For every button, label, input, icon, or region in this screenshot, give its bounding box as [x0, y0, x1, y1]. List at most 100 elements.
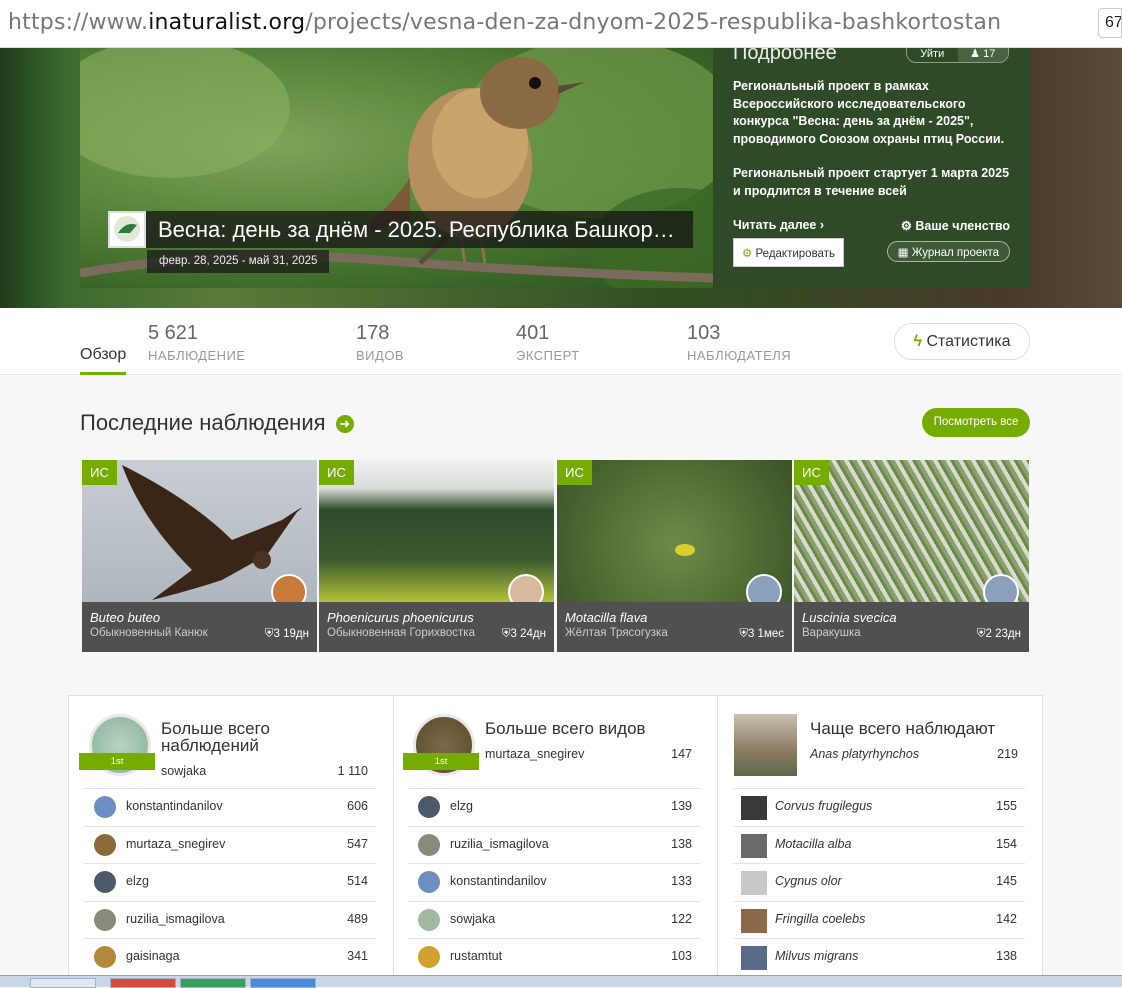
tab-overview[interactable]: Обзор [80, 346, 127, 375]
species-thumbnail [741, 833, 767, 858]
list-item[interactable]: elzg 514 [84, 863, 376, 901]
stat-experts-value: 401 [516, 322, 550, 344]
stat-observations-value: 5 621 [148, 322, 199, 344]
species-thumbnail [741, 796, 767, 820]
stat-experts-label: ЭКСПЕРТ [516, 348, 580, 363]
membership-link[interactable]: ⚙ Ваше членство [901, 218, 1010, 233]
species-name[interactable]: Milvus migrans [775, 949, 858, 963]
species-thumbnail [741, 946, 767, 970]
scientific-name[interactable]: Phoenicurus phoenicurus [327, 610, 546, 625]
observation-age: 1мес [757, 628, 784, 640]
leave-button[interactable]: Уйти [907, 48, 958, 62]
observation-card[interactable]: ИС Buteo buteo Обыкновенный Канюк ⛨3 19д… [82, 460, 317, 652]
research-grade-badge: ИС [794, 460, 829, 485]
species-name[interactable]: Cygnus olor [775, 874, 842, 888]
zoom-indicator[interactable]: 67 [1098, 8, 1122, 38]
board-rows: elzg 139 ruzilia_ismagilova 138 konstantin… [408, 788, 700, 976]
read-more-link[interactable]: Читать далее › [733, 218, 824, 232]
board-rows: konstantindanilov 606 murtaza_snegirev 547… [84, 788, 376, 976]
stat-observations[interactable]: 5 621 НАБЛЮДЕНИЕ [148, 322, 246, 363]
user-icon: ♟ [970, 48, 981, 60]
user-name[interactable]: sowjaka [450, 912, 495, 926]
description-paragraph-1: Региональный проект в рамках Всероссийск… [733, 79, 1005, 146]
gear-icon: ⚙ [900, 219, 912, 233]
project-journal-button[interactable]: ▦ Журнал проекта [886, 241, 1010, 262]
list-item[interactable]: Corvus frugilegus 155 [733, 788, 1025, 826]
list-item[interactable]: sowjaka 122 [408, 900, 700, 939]
user-name[interactable]: ruzilia_ismagilova [450, 837, 549, 851]
board-title: Чаще всего наблюдают [810, 719, 996, 738]
project-logo [108, 211, 146, 248]
leave-project-control[interactable]: Уйти ♟ 17 [906, 48, 1009, 63]
user-name[interactable]: elzg [126, 874, 149, 888]
stat-observers[interactable]: 103 НАБЛЮДАТЕЛЯ [687, 322, 791, 363]
list-item[interactable]: murtaza_snegirev 547 [84, 825, 376, 864]
lightning-icon: ϟ [913, 333, 922, 350]
most-observations-board: 1st Больше всего наблюдений sowjaka 1 11… [69, 696, 394, 986]
user-name[interactable]: gaisinaga [126, 949, 180, 963]
list-item[interactable]: konstantindanilov 133 [408, 863, 700, 901]
list-item[interactable]: ruzilia_ismagilova 489 [84, 900, 376, 939]
statistics-button[interactable]: ϟ Статистика [894, 323, 1030, 360]
scientific-name[interactable]: Motacilla flava [565, 610, 784, 625]
leader-count: 147 [671, 747, 692, 761]
stat-observers-value: 103 [687, 322, 721, 344]
user-avatar [418, 871, 440, 893]
identification-count: 3 [747, 628, 755, 640]
user-count: 139 [671, 799, 692, 813]
user-count: 489 [347, 911, 368, 926]
user-name[interactable]: konstantindanilov [126, 799, 223, 813]
user-avatar [94, 796, 116, 818]
leader-name[interactable]: murtaza_snegirev [485, 747, 584, 761]
observation-card[interactable]: ИС Motacilla flava Жёлтая Трясогузка ⛨3 … [557, 460, 792, 652]
scientific-name[interactable]: Buteo buteo [90, 610, 309, 625]
leader-name[interactable]: sowjaka [161, 764, 206, 778]
user-name[interactable]: murtaza_snegirev [126, 837, 225, 851]
observation-caption: Phoenicurus phoenicurus Обыкновенная Гор… [319, 602, 554, 652]
user-avatar [94, 871, 116, 893]
user-avatar [94, 946, 116, 968]
latest-observations-title: Последние наблюдения [80, 410, 326, 435]
list-item[interactable]: konstantindanilov 606 [84, 788, 376, 826]
species-name[interactable]: Fringilla coelebs [775, 912, 865, 926]
list-item[interactable]: Milvus migrans 138 [733, 938, 1025, 976]
leaderboards: 1st Больше всего наблюдений sowjaka 1 11… [68, 695, 1043, 986]
membership-label: Ваше членство [915, 219, 1010, 233]
list-item[interactable]: rustamtut 103 [408, 938, 700, 976]
leader-species-photo[interactable] [734, 714, 797, 776]
rank-ribbon: 1st [403, 753, 479, 770]
species-name[interactable]: Corvus frugilegus [775, 799, 872, 813]
species-name[interactable]: Motacilla alba [775, 837, 851, 851]
list-item[interactable]: ruzilia_ismagilova 138 [408, 825, 700, 864]
edit-project-button[interactable]: ⚙ Редактировать [733, 238, 844, 267]
user-avatar [418, 796, 440, 818]
user-name[interactable]: konstantindanilov [450, 874, 547, 888]
list-item[interactable]: Fringilla coelebs 142 [733, 900, 1025, 939]
scientific-name[interactable]: Luscinia svecica [802, 610, 1021, 625]
leader-species-name[interactable]: Anas platyrhynchos [810, 747, 919, 761]
list-item[interactable]: elzg 139 [408, 788, 700, 826]
shield-icon: ⛨ [264, 628, 274, 640]
rank-ribbon: 1st [79, 753, 155, 770]
list-item[interactable]: Cygnus olor 145 [733, 863, 1025, 901]
members-count[interactable]: ♟ 17 [957, 48, 1008, 62]
list-item[interactable]: gaisinaga 341 [84, 938, 376, 976]
gear-icon: ⚙ [742, 248, 753, 260]
description-paragraph-2: Региональный проект стартует 1 марта 202… [733, 166, 1010, 198]
view-all-button[interactable]: Посмотреть все [922, 408, 1030, 437]
latest-observations-heading[interactable]: Последние наблюдения ➜ [80, 410, 354, 436]
user-count: 514 [347, 874, 368, 888]
browser-url-bar[interactable]: https://www.inaturalist.org/projects/ves… [0, 0, 1122, 48]
stat-species[interactable]: 178 ВИДОВ [356, 322, 404, 363]
list-item[interactable]: Motacilla alba 154 [733, 825, 1025, 864]
user-name[interactable]: ruzilia_ismagilova [126, 912, 225, 926]
stat-experts[interactable]: 401 ЭКСПЕРТ [516, 322, 580, 363]
project-stats-bar: Обзор 5 621 НАБЛЮДЕНИЕ 178 ВИДОВ 401 ЭКС… [0, 308, 1122, 375]
url-text[interactable]: https://www.inaturalist.org/projects/ves… [8, 10, 1001, 35]
observation-card[interactable]: ИС Phoenicurus phoenicurus Обыкновенная … [319, 460, 554, 652]
observation-card[interactable]: ИС Luscinia svecica Варакушка ⛨2 23дн [794, 460, 1029, 652]
statistics-label: Статистика [926, 333, 1011, 350]
identification-meta: ⛨3 24дн [502, 628, 546, 641]
user-name[interactable]: rustamtut [450, 949, 502, 963]
user-name[interactable]: elzg [450, 799, 473, 813]
